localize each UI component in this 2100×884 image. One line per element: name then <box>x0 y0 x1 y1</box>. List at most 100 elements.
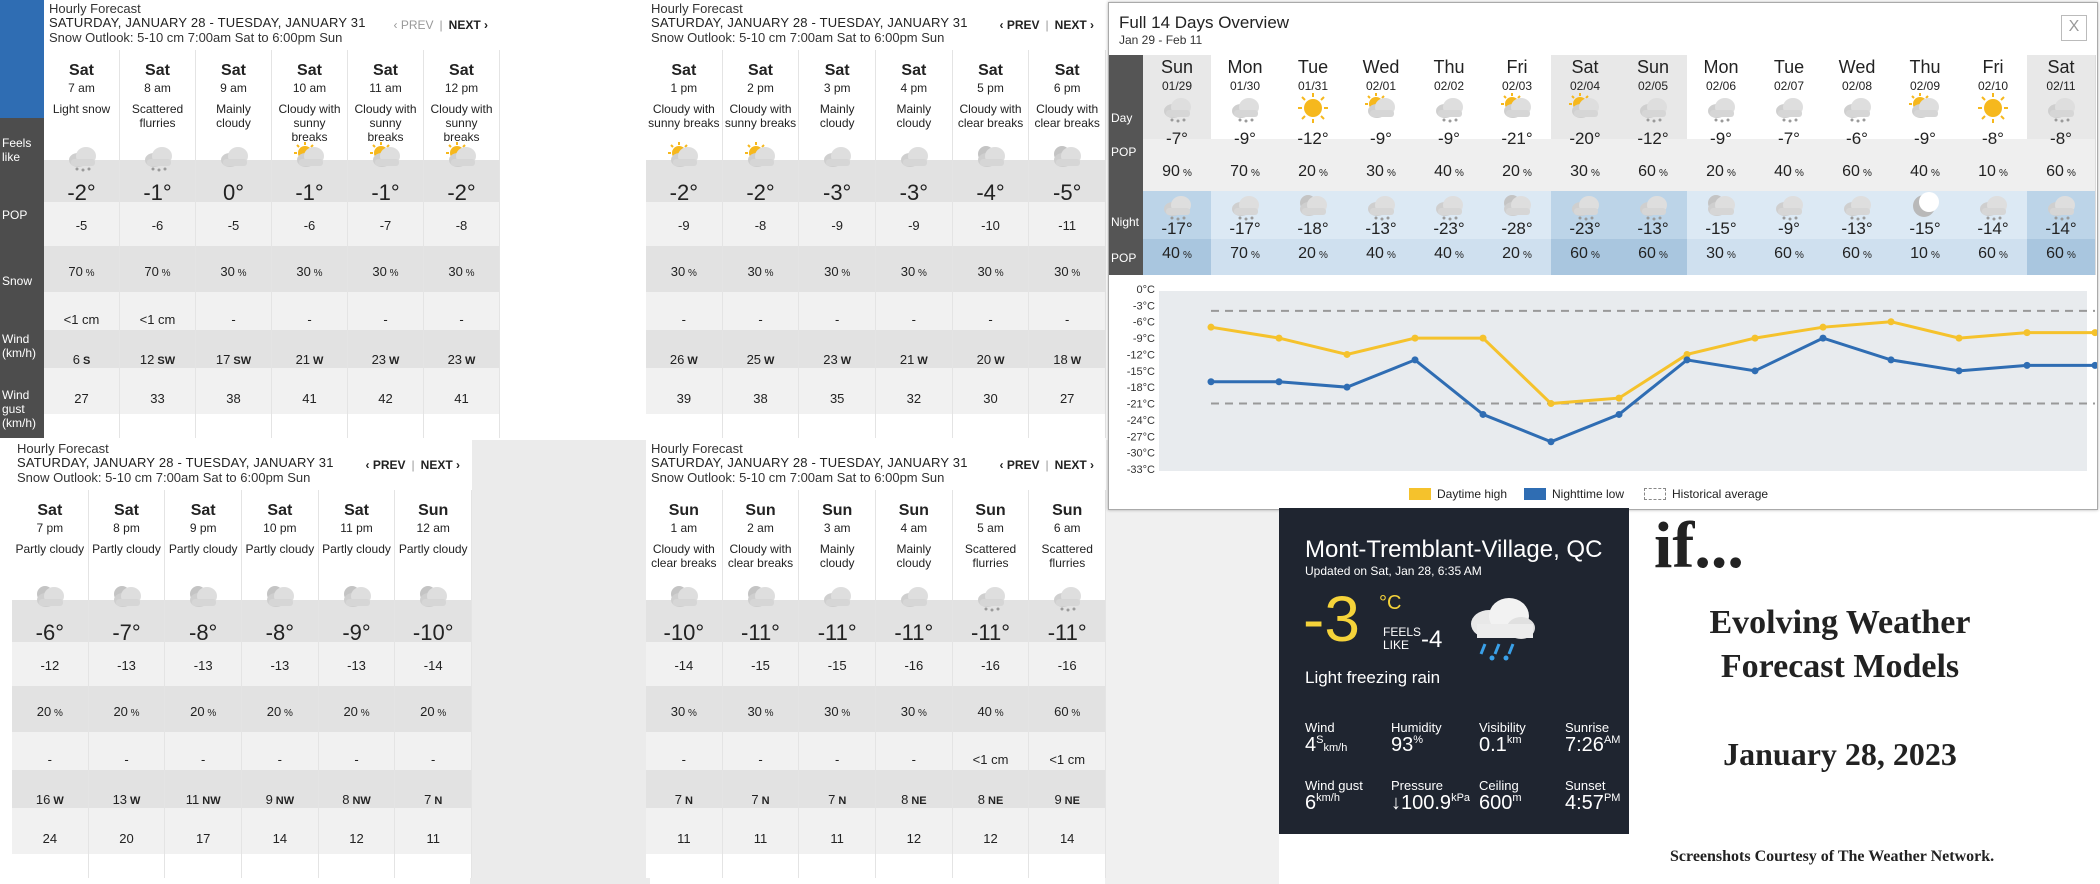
y-tick-label: -33°C <box>1127 464 1155 476</box>
overview-date: 02/01 <box>1365 79 1397 93</box>
condition-text: Cloudy with sunny breaks <box>430 102 493 144</box>
overview-day-column: Sun 01/29 -7° 90% -17° 40% <box>1143 55 1212 275</box>
day-name: Sat <box>978 62 1003 79</box>
wind-gust-label: Wind gust <box>1305 778 1363 793</box>
next-button[interactable]: NEXT › <box>1055 18 1094 32</box>
snow-cloud-icon <box>1636 191 1670 221</box>
wind-direction: W <box>130 795 141 807</box>
condition-text: Scattered flurries <box>964 542 1017 570</box>
wind-speed: 8 <box>342 792 350 807</box>
snow-value: - <box>307 312 312 327</box>
next-button[interactable]: NEXT › <box>421 458 460 472</box>
pop-unit: % <box>1658 168 1668 179</box>
day-label: Day <box>1111 111 1133 125</box>
overview-day-pop: 60% <box>1619 163 1687 181</box>
condition-text: Cloudy with sunny breaks <box>648 102 720 130</box>
sunrise-label: Sunrise <box>1565 720 1610 735</box>
overview-date: 02/09 <box>1909 79 1941 93</box>
next-button[interactable]: NEXT › <box>1055 458 1094 472</box>
nighttime-low-point <box>1547 438 1555 446</box>
wind-value: 21 W <box>272 352 347 367</box>
condition-text: Partly cloudy <box>322 542 391 556</box>
wind-gust-value: 41 <box>454 391 469 406</box>
pressure-value: ↓100.9kPa <box>1391 792 1470 815</box>
pop-unit: % <box>1794 250 1804 261</box>
freezing-rain-icon <box>1459 590 1543 662</box>
pop-unit: % <box>82 268 95 279</box>
pop-unit: % <box>434 708 447 719</box>
wind-gust-value: 6km/h <box>1305 792 1340 815</box>
overview-dow: Sun <box>1636 57 1670 77</box>
day-name: Sat <box>344 502 369 519</box>
temperature: -1° <box>295 180 324 205</box>
wind-speed: 12 <box>139 352 155 367</box>
overview-night-pop: 40% <box>1347 245 1415 263</box>
pop-number: 30 <box>1366 163 1384 180</box>
feels-like-value: -13 <box>117 658 136 673</box>
if-heading: if... <box>1654 509 1744 582</box>
wind-gust-value: 11 <box>830 831 844 846</box>
snow-cloud-icon <box>1160 191 1194 221</box>
hour-label: 12 am <box>416 521 450 535</box>
prev-button[interactable]: ‹ PREV <box>394 18 434 32</box>
overview-high: -9° <box>1370 129 1392 148</box>
feels-like-value: -5 <box>75 218 88 233</box>
nighttime-low-point <box>2023 361 2031 369</box>
pop-unit: % <box>1522 168 1532 179</box>
pagination: ‹ PREV | NEXT › <box>394 18 488 32</box>
panel-header: Hourly Forecast SATURDAY, JANUARY 28 - TU… <box>646 0 1106 50</box>
pop-number: 60 <box>1842 245 1860 262</box>
pop-number: 30 <box>824 264 839 279</box>
prev-button[interactable]: ‹ PREV <box>1000 458 1040 472</box>
sun-cloud-icon <box>667 142 701 172</box>
feels-like-value: -14 <box>674 658 694 673</box>
snow-value: - <box>277 752 283 767</box>
wind-value: 11 NW <box>165 792 241 807</box>
hour-label: 3 pm <box>823 81 851 95</box>
condition-text: Light snow <box>52 102 111 116</box>
cloud-icon <box>897 582 931 612</box>
wind-gust-value: 12 <box>906 831 922 846</box>
close-button[interactable]: X <box>2061 15 2087 41</box>
temperature: -2° <box>67 180 96 205</box>
overview-high: -9° <box>1710 129 1732 148</box>
daytime-high-point <box>1615 394 1623 402</box>
overview-low: -9° <box>1778 219 1800 238</box>
wind-value: 20 W <box>953 352 1029 367</box>
temperature: 0° <box>222 180 245 205</box>
sun-cloud-icon <box>1364 93 1398 123</box>
pop-unit: % <box>2066 168 2076 179</box>
pop-number: 90 <box>1162 163 1180 180</box>
pop-number: 60 <box>1842 163 1860 180</box>
moon-cloud-icon <box>744 582 778 612</box>
pop-value: 70 % <box>120 264 195 279</box>
overview-date: 02/06 <box>1705 79 1737 93</box>
overview-day-column: Mon 02/06 -9° 20% -15° 30% <box>1687 55 1756 275</box>
pagination: ‹ PREV | NEXT › <box>1000 458 1094 472</box>
condition-text: Mainly cloudy <box>819 102 855 130</box>
wind-gust-value: 11 <box>753 831 768 846</box>
hour-label: 6 pm <box>1053 81 1081 95</box>
panel-date-range: SATURDAY, JANUARY 28 - TUESDAY, JANUARY … <box>651 455 968 470</box>
overview-low: -13° <box>1841 219 1873 238</box>
day-name: Sat <box>190 502 216 519</box>
day-name: Sun <box>668 502 699 519</box>
pop-number: 20 <box>343 704 358 719</box>
pop-unit: % <box>1930 168 1940 179</box>
pop-unit: % <box>685 708 697 719</box>
feels-like-value: -13 <box>347 658 366 673</box>
pop-unit: % <box>1318 168 1328 179</box>
wind-speed: 9 <box>265 792 273 807</box>
wind-value: 12 SW <box>120 352 195 367</box>
prev-button[interactable]: ‹ PREV <box>366 458 406 472</box>
prev-button[interactable]: ‹ PREV <box>1000 18 1040 32</box>
feels-like-value: -13 <box>270 658 290 673</box>
nighttime-low-point <box>2091 361 2099 369</box>
hour-column: Sat 10 am Cloudy with sunny breaks -1° -6 30 … <box>272 50 348 438</box>
pagination: ‹ PREV | NEXT › <box>366 458 460 472</box>
condition-text: Cloudy with clear breaks <box>957 102 1024 130</box>
day-name: Sat <box>901 62 927 79</box>
next-button[interactable]: NEXT › <box>449 18 488 32</box>
overview-high: -12° <box>1297 129 1329 148</box>
hour-column: Sun 3 am Mainly cloudy -11° -15 30 % - 7 N 11 <box>799 490 877 878</box>
